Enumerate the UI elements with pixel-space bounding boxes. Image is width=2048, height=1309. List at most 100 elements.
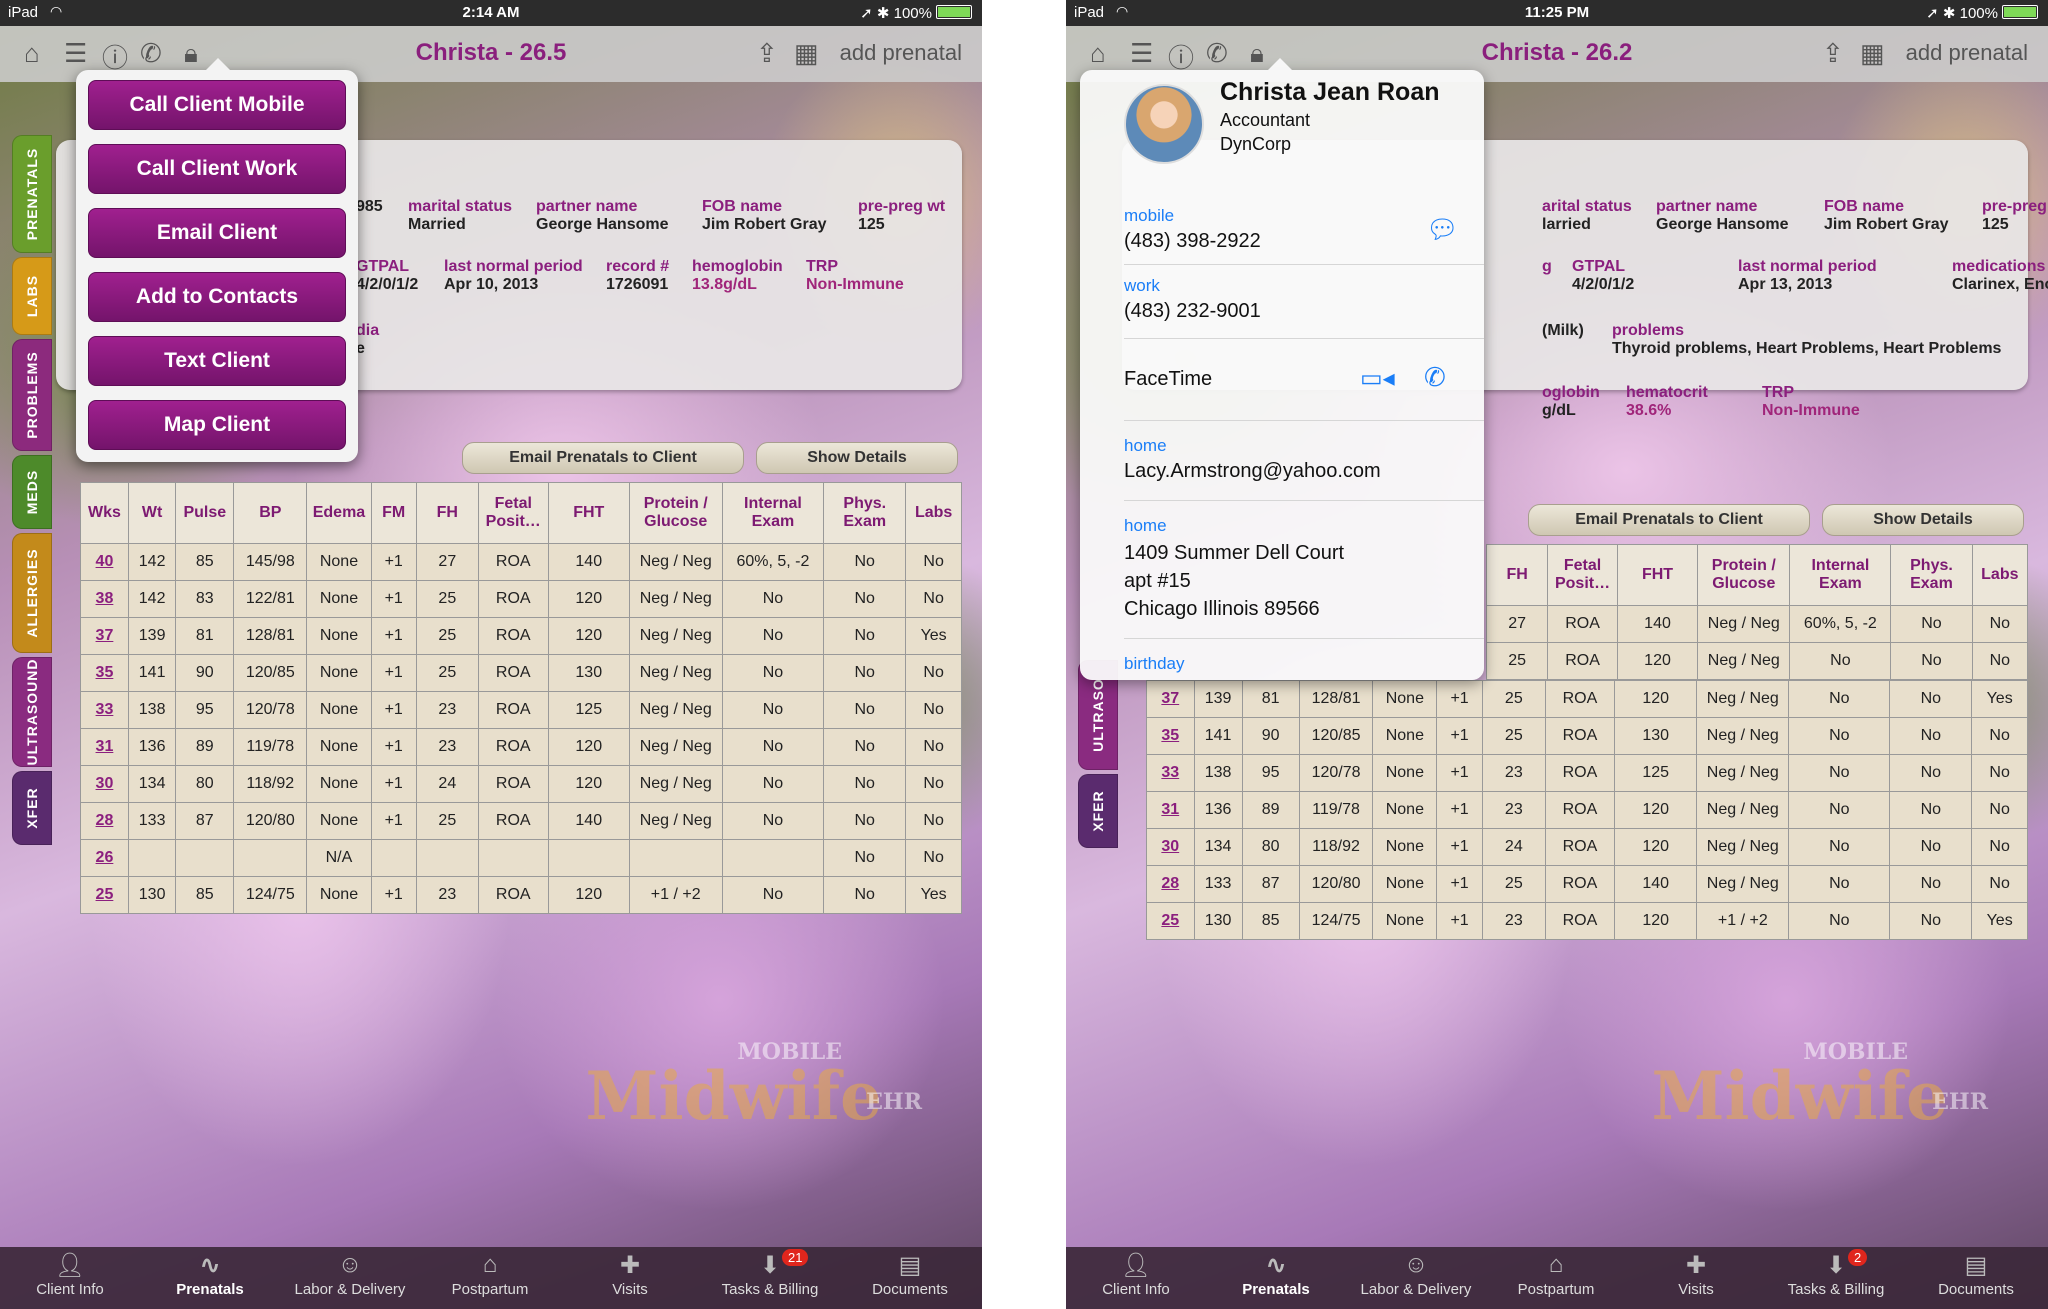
table-cell: 25 (1485, 642, 1549, 680)
table-row: 33 138 95 120/78 None +1 23 ROA 125 Neg / Neg No No… (80, 691, 962, 729)
tab-label: Postpartum (451, 1281, 529, 1298)
mobile-number[interactable]: (483) 398-2922 (1124, 230, 1261, 253)
week-link[interactable]: 31 (1146, 791, 1195, 829)
menu-call-client-mobile-button[interactable]: Call Client Mobile (88, 80, 346, 130)
summary-field: GTPAL 4/2/0/1/2 (356, 258, 418, 294)
column-header: Wks (80, 482, 129, 544)
work-number[interactable]: (483) 232-9001 (1124, 300, 1261, 323)
tab-tasks-billing[interactable]: ⬇ Tasks & Billing 21 (700, 1247, 840, 1309)
side-tab-allergies[interactable]: ALLERGIES (12, 533, 52, 653)
week-link[interactable]: 33 (80, 691, 129, 729)
side-tab-problems[interactable]: PROBLEMS (12, 339, 52, 451)
table-cell: 140 (547, 802, 630, 840)
table-cell: +1 (370, 728, 417, 766)
tab-documents[interactable]: ▤ Documents (1906, 1247, 2046, 1309)
table-cell: No (721, 617, 825, 655)
menu-add-to-contacts-button[interactable]: Add to Contacts (88, 272, 346, 322)
tab-tasks-billing[interactable]: ⬇ Tasks & Billing 2 (1766, 1247, 1906, 1309)
menu-map-client-button[interactable]: Map Client (88, 400, 346, 450)
email-address[interactable]: Lacy.Armstrong@yahoo.com (1124, 460, 1381, 483)
field-value: Non-Immune (806, 276, 904, 293)
side-tab-ultrasound[interactable]: ULTRASOUND (12, 657, 52, 767)
tab-label: Visits (1678, 1281, 1714, 1298)
tab-label: Client Info (1102, 1281, 1170, 1298)
video-call-icon[interactable]: ▭◂ (1360, 364, 1395, 393)
battery-percent: 100% (1959, 5, 1998, 22)
table-cell: 140 (1616, 605, 1699, 643)
menu-text-client-button[interactable]: Text Client (88, 336, 346, 386)
audio-call-icon[interactable]: ✆ (1424, 362, 1446, 393)
address-label: home (1124, 516, 1167, 535)
week-link[interactable]: 31 (80, 728, 129, 766)
tab-labor-delivery[interactable]: ☺ Labor & Delivery (280, 1247, 420, 1309)
prenatal-visits-table: Wks Wt Pulse BP Edema FM FH Fetal Posit… FHT Prot… (80, 482, 962, 914)
week-link[interactable]: 38 (80, 580, 129, 618)
table-cell: 145/98 (233, 543, 308, 581)
calendar-icon[interactable]: ▦ (1860, 38, 1885, 69)
table-cell: No (721, 654, 825, 692)
table-cell: ROA (1544, 680, 1616, 718)
show-details-button[interactable]: Show Details (1822, 504, 2024, 536)
column-header: Phys. Exam (823, 482, 907, 544)
tab-labor-delivery[interactable]: ☺ Labor & Delivery (1346, 1247, 1486, 1309)
table-row: 26 N/A No No (80, 839, 962, 877)
menu-call-client-work-button[interactable]: Call Client Work (88, 144, 346, 194)
week-link[interactable]: 25 (80, 876, 129, 914)
week-link[interactable]: 37 (1146, 680, 1195, 718)
side-tab-prenatals[interactable]: PRENATALS (12, 135, 52, 253)
tab-client-info[interactable]: 👤︎ Client Info (1066, 1247, 1206, 1309)
add-prenatal-button[interactable]: add prenatal (1906, 40, 2028, 66)
address-line-1[interactable]: 1409 Summer Dell Court (1124, 542, 1344, 565)
table-cell: 120 (547, 728, 630, 766)
week-link[interactable]: 33 (1146, 754, 1195, 792)
email-prenatals-button[interactable]: Email Prenatals to Client (462, 442, 744, 474)
table-cell: Neg / Neg (628, 580, 723, 618)
table-cell: +1 (370, 765, 417, 803)
week-link[interactable]: 30 (1146, 828, 1195, 866)
tab-client-info[interactable]: 👤︎ Client Info (0, 1247, 140, 1309)
side-tab-xfer[interactable]: XFER (12, 771, 52, 845)
table-cell: +1 (1436, 717, 1483, 755)
table-cell: 118/92 (233, 765, 308, 803)
table-cell: 81 (1241, 680, 1300, 718)
show-details-button[interactable]: Show Details (756, 442, 958, 474)
message-icon[interactable]: 💬︎ (1426, 214, 1459, 245)
share-icon[interactable]: ⇪ (756, 38, 778, 69)
side-tab-xfer[interactable]: XFER (1078, 774, 1118, 848)
share-icon[interactable]: ⇪ (1822, 38, 1844, 69)
week-link[interactable]: 30 (80, 765, 129, 803)
week-link[interactable]: 35 (1146, 717, 1195, 755)
field-value: George Hansome (1656, 216, 1789, 233)
facetime-label: FaceTime (1124, 368, 1213, 390)
calendar-icon[interactable]: ▦ (794, 38, 819, 69)
email-prenatals-button[interactable]: Email Prenatals to Client (1528, 504, 1810, 536)
side-tab-labs[interactable]: LABS (12, 257, 52, 335)
table-cell: 133 (1193, 865, 1243, 903)
tab-prenatals[interactable]: ∿ Prenatals (1206, 1247, 1346, 1309)
separator (1124, 338, 1484, 339)
week-link[interactable]: 28 (1146, 865, 1195, 903)
menu-email-client-button[interactable]: Email Client (88, 208, 346, 258)
week-link[interactable]: 40 (80, 543, 129, 581)
side-tab-meds[interactable]: MEDS (12, 455, 52, 529)
tab-prenatals[interactable]: ∿ Prenatals (140, 1247, 280, 1309)
separator (1124, 264, 1484, 265)
address-line-2[interactable]: apt #15 (1124, 570, 1191, 593)
summary-field: partner name George Hansome (536, 198, 668, 234)
tab-documents[interactable]: ▤ Documents (840, 1247, 980, 1309)
tab-visits[interactable]: ✚ Visits (560, 1247, 700, 1309)
address-line-3[interactable]: Chicago Illinois 89566 (1124, 598, 1320, 621)
week-link[interactable]: 26 (80, 839, 129, 877)
week-link[interactable]: 35 (80, 654, 129, 692)
week-link[interactable]: 28 (80, 802, 129, 840)
tab-postpartum[interactable]: ⌂ Postpartum (1486, 1247, 1626, 1309)
add-prenatal-button[interactable]: add prenatal (840, 40, 962, 66)
table-cell: No (1788, 902, 1891, 940)
field-label: dia (356, 322, 380, 339)
table-cell: Yes (905, 876, 962, 914)
week-link[interactable]: 25 (1146, 902, 1195, 940)
tab-visits[interactable]: ✚ Visits (1626, 1247, 1766, 1309)
table-cell: No (905, 802, 962, 840)
week-link[interactable]: 37 (80, 617, 129, 655)
tab-postpartum[interactable]: ⌂ Postpartum (420, 1247, 560, 1309)
